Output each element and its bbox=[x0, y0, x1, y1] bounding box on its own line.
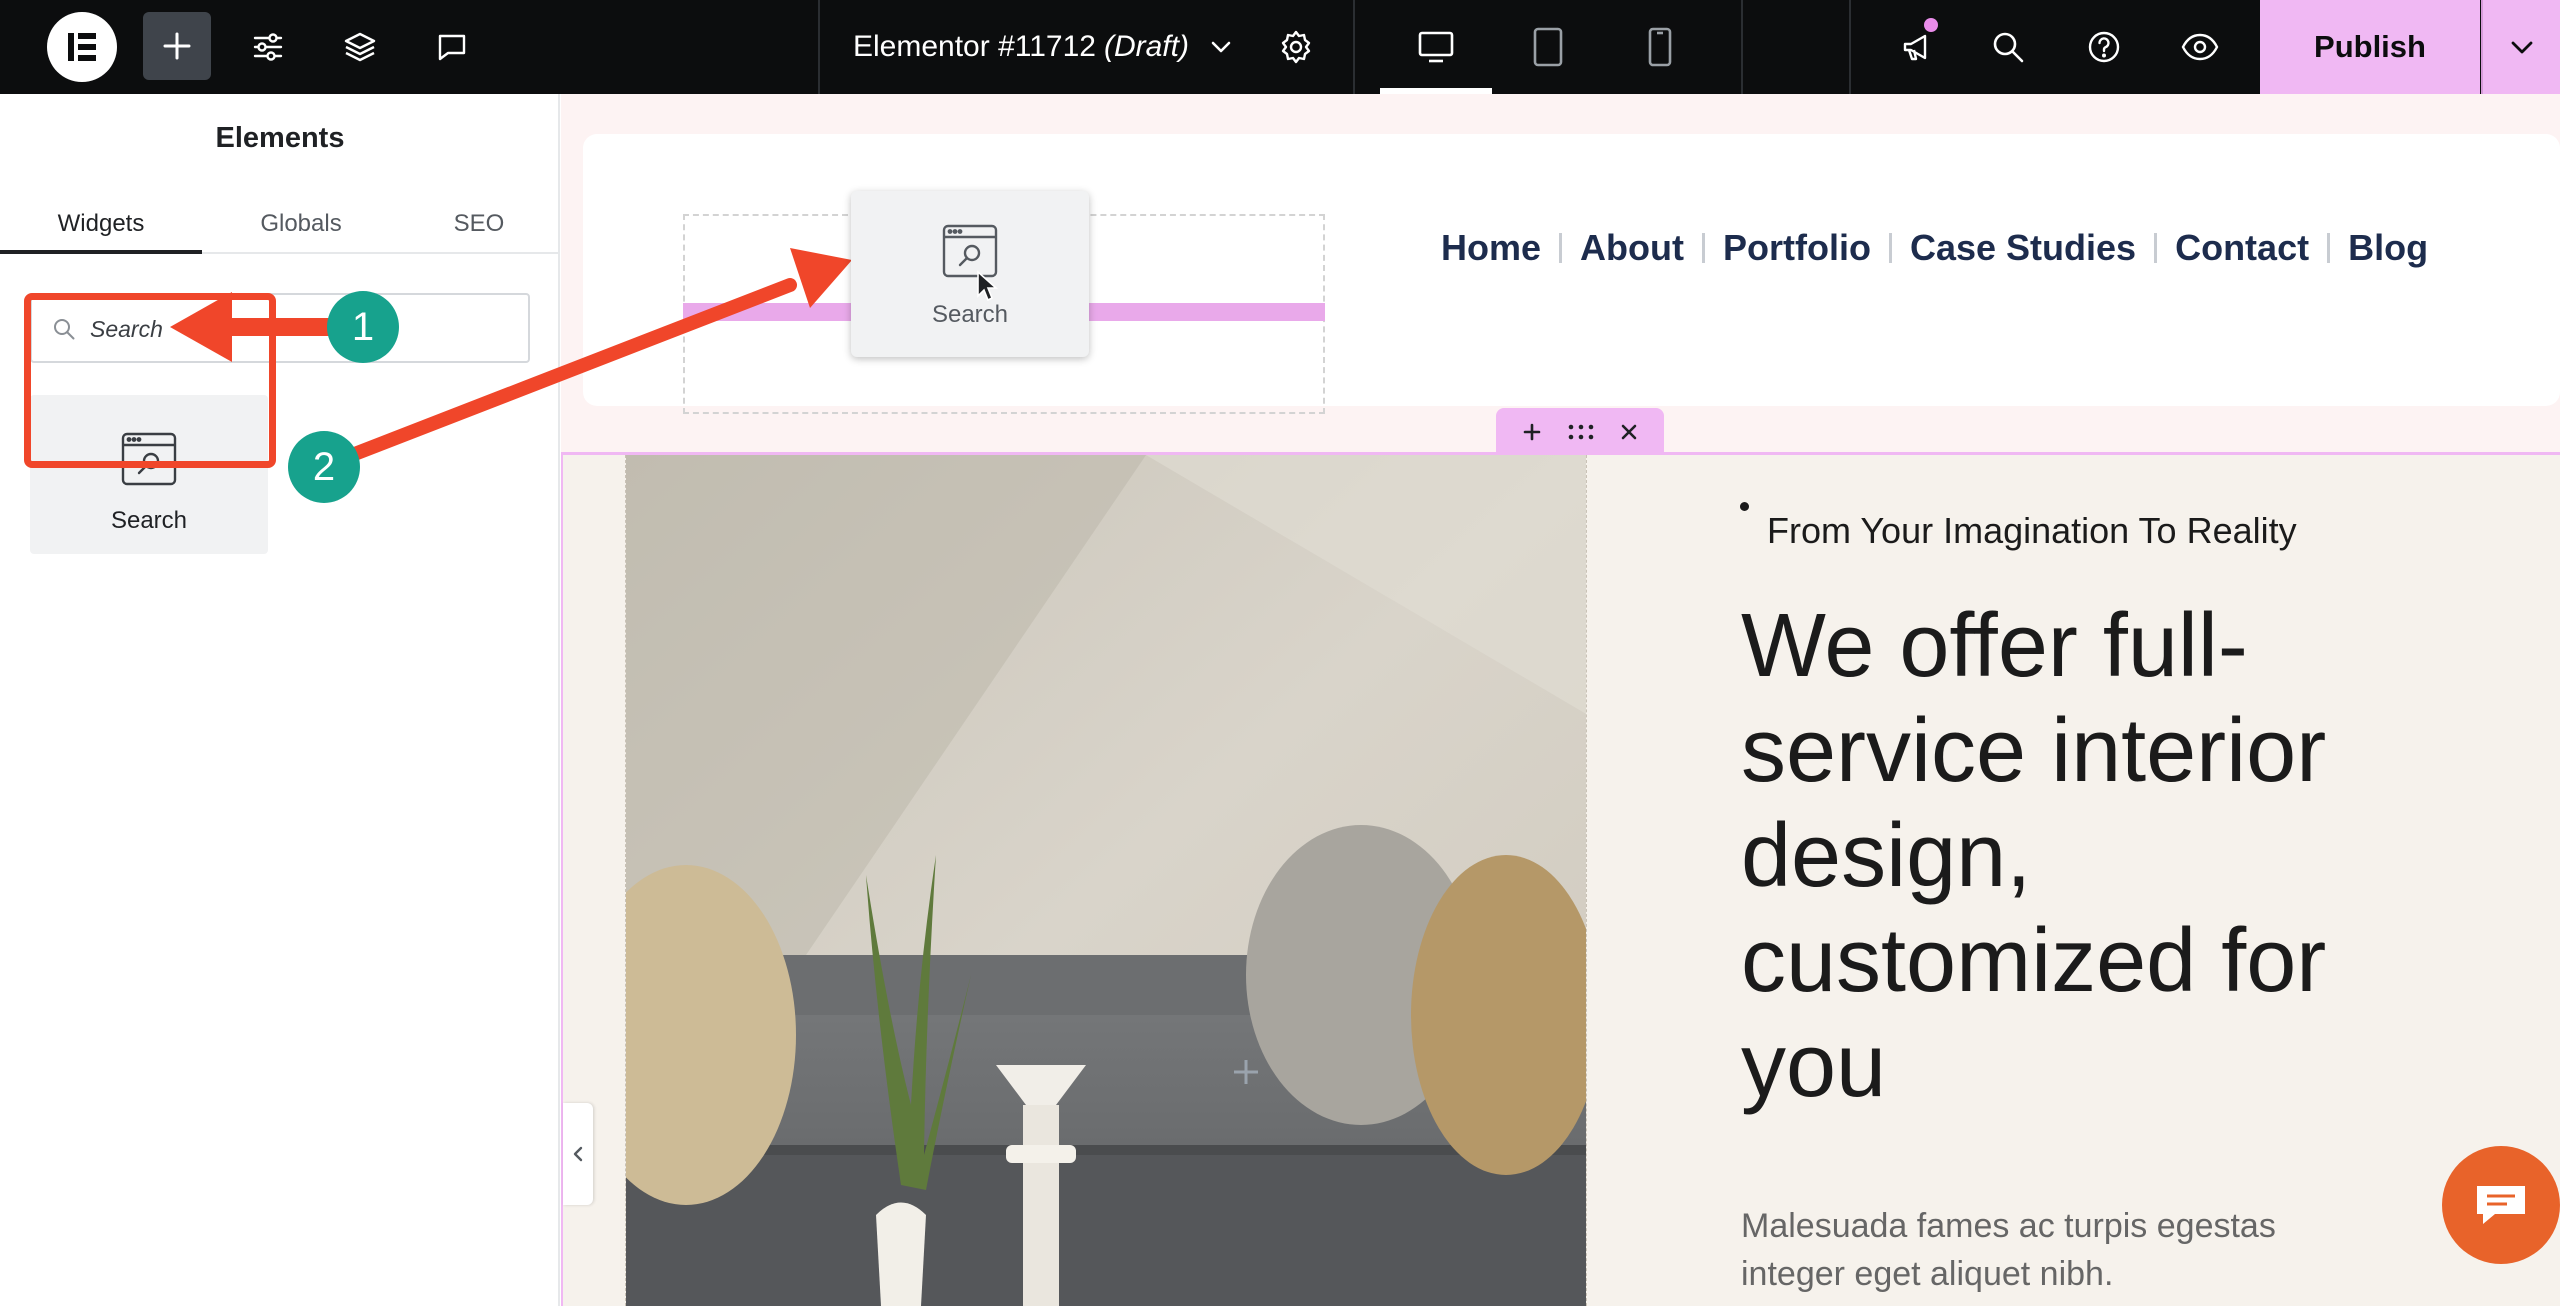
finder-button[interactable] bbox=[1980, 0, 2036, 94]
site-settings-button[interactable] bbox=[240, 0, 296, 94]
drag-handle-icon[interactable] bbox=[1567, 422, 1595, 442]
topbar-divider bbox=[1741, 0, 1743, 94]
step-1-badge: 1 bbox=[327, 291, 399, 363]
gear-icon bbox=[1281, 30, 1311, 64]
publish-options-button[interactable] bbox=[2481, 0, 2560, 94]
comment-icon bbox=[438, 34, 466, 61]
preview-button[interactable] bbox=[2172, 0, 2228, 94]
active-tab-indicator bbox=[0, 250, 202, 254]
chat-widget-button[interactable] bbox=[2442, 1146, 2560, 1264]
chevron-down-icon bbox=[2511, 41, 2532, 54]
step-2-badge: 2 bbox=[288, 431, 360, 503]
headline-line: customized for bbox=[1741, 911, 2327, 1011]
tab-widgets[interactable]: Widgets bbox=[0, 200, 202, 254]
panel-title: Elements bbox=[215, 122, 345, 154]
annotation-highlight-box bbox=[24, 293, 276, 468]
mobile-icon bbox=[1648, 27, 1672, 67]
help-icon bbox=[2088, 31, 2120, 63]
hero-image[interactable] bbox=[625, 455, 1587, 1306]
eyebrow-bullet bbox=[1740, 502, 1749, 511]
notification-dot bbox=[1924, 18, 1938, 32]
dragged-search-widget[interactable]: Search bbox=[851, 191, 1089, 357]
headline-line: We offer full- bbox=[1741, 596, 2248, 696]
body-line: integer eget aliquet nibh. bbox=[1741, 1255, 2114, 1293]
chevron-down-icon bbox=[1211, 41, 1231, 53]
document-title: Elementor #11712 bbox=[853, 30, 1096, 63]
elements-panel: Elements Widgets Globals SEO Search bbox=[0, 94, 560, 1306]
headline-line: service interior bbox=[1741, 701, 2327, 801]
publish-button[interactable]: Publish bbox=[2260, 0, 2480, 94]
device-tablet-button[interactable] bbox=[1492, 0, 1604, 94]
nav-item-home[interactable]: Home bbox=[1423, 227, 1559, 269]
add-element-button[interactable] bbox=[143, 12, 211, 80]
help-button[interactable] bbox=[2076, 0, 2132, 94]
hero-eyebrow: From Your Imagination To Reality bbox=[1767, 510, 2297, 551]
body-line: Malesuada fames ac turpis egestas bbox=[1741, 1207, 2276, 1245]
close-icon[interactable] bbox=[1620, 423, 1638, 441]
headline-line: design, bbox=[1741, 806, 2032, 906]
headline-line: you bbox=[1741, 1016, 1887, 1116]
nav-item-contact[interactable]: Contact bbox=[2157, 227, 2327, 269]
widget-label: Search bbox=[110, 507, 188, 534]
eye-icon bbox=[2181, 33, 2219, 61]
panel-collapse-button[interactable] bbox=[563, 1103, 593, 1205]
topbar-divider bbox=[1849, 0, 1851, 94]
sliders-icon bbox=[253, 33, 283, 61]
device-mobile-button[interactable] bbox=[1604, 0, 1716, 94]
topbar-divider bbox=[1353, 0, 1355, 94]
topbar-divider bbox=[818, 0, 820, 94]
megaphone-icon bbox=[1903, 34, 1927, 61]
hero-headline: We offer full- service interior design, … bbox=[1741, 594, 2401, 1119]
device-desktop-button[interactable] bbox=[1380, 0, 1492, 94]
hero-body-text: Malesuada fames ac turpis egestas intege… bbox=[1741, 1202, 2381, 1298]
elementor-logo-icon[interactable] bbox=[47, 12, 117, 82]
site-navigation: Home About Portfolio Case Studies Contac… bbox=[1423, 220, 2446, 276]
tab-seo[interactable]: SEO bbox=[378, 200, 580, 254]
nav-item-about[interactable]: About bbox=[1562, 227, 1702, 269]
editor-topbar: Elementor #11712 (Draft) Publish bbox=[0, 0, 2560, 94]
chevron-left-icon bbox=[573, 1146, 583, 1162]
whats-new-button[interactable] bbox=[1890, 0, 1946, 94]
nav-item-case-studies[interactable]: Case Studies bbox=[1892, 227, 2154, 269]
document-status: (Draft) bbox=[1103, 30, 1189, 63]
panel-tabs: Widgets Globals SEO bbox=[0, 200, 560, 254]
nav-item-portfolio[interactable]: Portfolio bbox=[1705, 227, 1889, 269]
nav-item-blog[interactable]: Blog bbox=[2330, 227, 2446, 269]
tablet-icon bbox=[1533, 27, 1563, 67]
document-title-button[interactable]: Elementor #11712 (Draft) bbox=[853, 0, 1233, 94]
page-settings-button[interactable] bbox=[1270, 0, 1322, 94]
desktop-icon bbox=[1418, 31, 1454, 63]
notes-button[interactable] bbox=[424, 0, 480, 94]
structure-button[interactable] bbox=[332, 0, 388, 94]
chat-bubble-icon bbox=[2477, 1186, 2525, 1224]
section-toolbar bbox=[1496, 408, 1664, 456]
tab-globals[interactable]: Globals bbox=[200, 200, 402, 254]
plus-icon[interactable] bbox=[1522, 422, 1542, 442]
search-icon bbox=[1993, 32, 2024, 63]
mouse-cursor-icon bbox=[977, 270, 999, 302]
plus-icon bbox=[163, 32, 191, 60]
dragged-widget-label: Search bbox=[931, 301, 1009, 328]
layers-icon bbox=[344, 32, 376, 62]
